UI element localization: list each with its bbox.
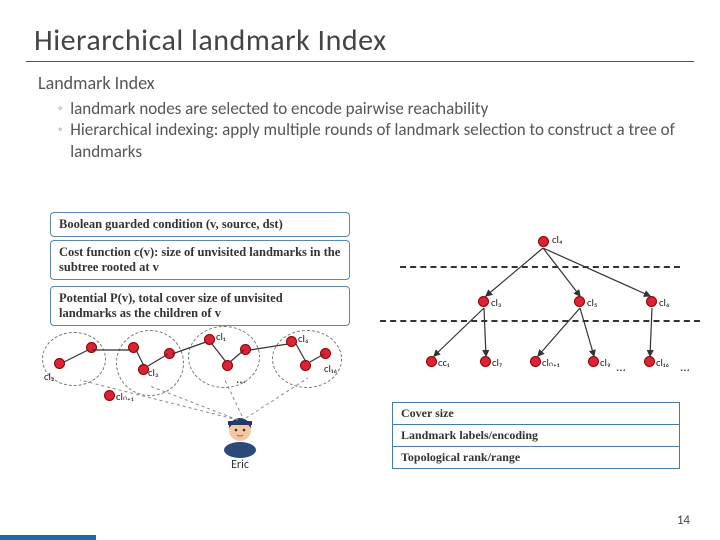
node-a1 [86, 342, 97, 353]
person-icon [218, 410, 262, 458]
label-cl3-r: cl₃ [491, 296, 501, 309]
bullet-2-text: Hierarchical indexing: apply multiple ro… [70, 119, 694, 162]
label-cl16-r: cl₁₆ [656, 356, 669, 369]
dots-r1: ... [616, 360, 626, 375]
label-cl7: cl₇ [492, 356, 502, 369]
box-condition: Boolean guarded condition (v, source, ds… [50, 212, 350, 237]
node-cl4 [538, 236, 549, 247]
accent-bar [0, 535, 96, 540]
properties-table: Cover size Landmark labels/encoding Topo… [392, 402, 680, 469]
eric-label: Eric [218, 458, 262, 472]
bullet-1: ◦landmark nodes are selected to encode p… [58, 98, 694, 119]
label-cl2: cl₂ [44, 370, 54, 383]
dots-r2: ... [680, 360, 690, 375]
slide-title: Hierarchical landmark Index [26, 22, 694, 62]
cluster-ring-2 [116, 330, 184, 396]
box-potential: Potential P(v), total cover size of unvi… [50, 286, 350, 326]
node-a2 [128, 342, 139, 353]
label-cl9: cl₉ [600, 356, 611, 369]
bullet-2: ◦Hierarchical indexing: apply multiple r… [58, 119, 694, 162]
node-cl5 [574, 296, 585, 307]
node-cl16-r [644, 356, 655, 367]
node-cl6-r [646, 296, 657, 307]
node-cl2 [54, 358, 65, 369]
dots-l: ... [236, 372, 246, 387]
label-cl1: cl₁ [216, 330, 225, 343]
node-cln1-l [104, 390, 115, 401]
label-cl16-l: cl₁₆ [324, 362, 337, 375]
node-cl3-r [478, 296, 489, 307]
node-a4 [222, 360, 233, 371]
table-row: Landmark labels/encoding [393, 425, 679, 447]
table-row: Topological rank/range [393, 447, 679, 468]
label-cl4: cl₄ [552, 233, 563, 246]
node-cl16-l [320, 348, 331, 359]
subheading: Landmark Index [26, 72, 694, 94]
tree-level-divider-1 [400, 266, 680, 268]
node-cc1 [426, 356, 437, 367]
label-cc1: cc₁ [438, 356, 449, 369]
eric-avatar: Eric [218, 410, 262, 472]
page-number: 14 [677, 513, 690, 528]
label-cln1-r: clₙ₊₁ [542, 356, 559, 369]
node-a5 [240, 344, 251, 355]
label-cl6-l: cl₆ [298, 332, 309, 345]
label-cl3-l: cl₃ [148, 366, 158, 379]
node-a6 [300, 360, 311, 371]
table-row: Cover size [393, 403, 679, 425]
node-a3 [164, 348, 175, 359]
label-cln1-l: clₙ₊₁ [116, 390, 133, 403]
bullet-1-text: landmark nodes are selected to encode pa… [70, 98, 488, 119]
label-cl5: cl₅ [587, 296, 597, 309]
node-cl6-l [286, 336, 297, 347]
label-cl6-r: cl₆ [659, 296, 670, 309]
tree-level-divider-2 [380, 320, 700, 322]
node-cl1 [204, 334, 215, 345]
node-cln1-r [530, 356, 541, 367]
node-cl9 [588, 356, 599, 367]
box-cost: Cost function c(v): size of unvisited la… [50, 240, 350, 280]
node-cl7 [480, 356, 491, 367]
